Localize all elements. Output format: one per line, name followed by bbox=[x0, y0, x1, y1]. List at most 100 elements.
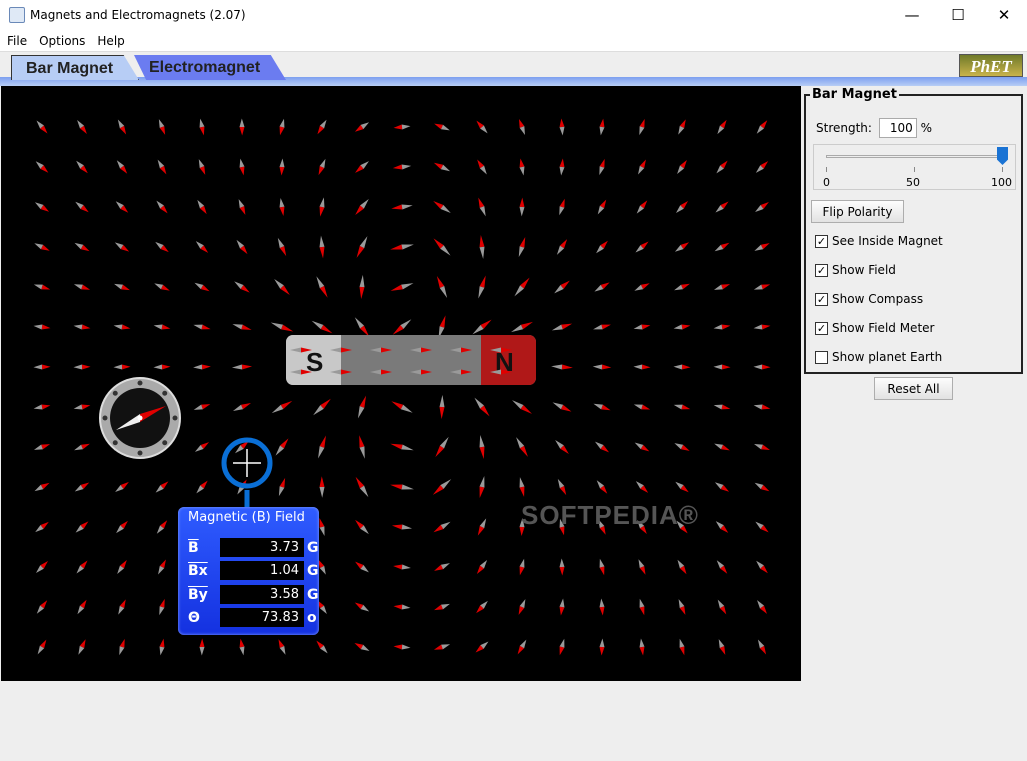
minimize-button[interactable]: — bbox=[889, 0, 935, 31]
show-compass-checkbox[interactable]: ✓ Show Compass bbox=[815, 292, 923, 306]
strength-label: Strength: bbox=[816, 121, 872, 135]
field-needle bbox=[270, 322, 294, 332]
field-needle bbox=[355, 199, 369, 215]
meter-value: 1.04 bbox=[220, 561, 304, 580]
field-needle bbox=[393, 564, 411, 570]
strength-input[interactable] bbox=[878, 118, 917, 138]
slider-thumb[interactable] bbox=[997, 147, 1008, 165]
see-inside-magnet-checkbox[interactable]: ✓ See Inside Magnet bbox=[815, 234, 943, 248]
tab-electromagnet[interactable]: Electromagnet bbox=[134, 55, 286, 80]
meter-label: Bx bbox=[188, 563, 208, 579]
checkbox-checked-icon[interactable]: ✓ bbox=[815, 234, 828, 248]
checkbox-checked-icon[interactable]: ✓ bbox=[815, 321, 828, 335]
simulation-canvas[interactable]: SN SOFTPEDIA® bbox=[1, 86, 801, 681]
field-needle bbox=[713, 404, 731, 410]
meter-row-by: By 3.58 G bbox=[188, 585, 319, 605]
field-needle bbox=[675, 200, 689, 214]
field-needle bbox=[275, 438, 289, 456]
field-needle bbox=[231, 364, 253, 370]
field-needle bbox=[239, 638, 245, 656]
field-needle bbox=[633, 364, 651, 370]
field-needle bbox=[392, 319, 412, 335]
field-needle bbox=[754, 443, 770, 451]
field-needle bbox=[193, 404, 211, 410]
field-needle bbox=[557, 478, 567, 496]
field-needle bbox=[279, 158, 285, 176]
meter-value: 3.58 bbox=[220, 585, 304, 604]
slider-track[interactable] bbox=[826, 155, 1002, 158]
field-needle bbox=[633, 404, 651, 410]
field-needle bbox=[36, 120, 48, 134]
field-needle bbox=[599, 558, 605, 576]
bar-magnet[interactable]: SN bbox=[286, 335, 536, 385]
field-meter-probe[interactable] bbox=[221, 437, 273, 508]
field-needle bbox=[313, 398, 331, 416]
checkbox-label: Show Compass bbox=[832, 292, 924, 306]
field-needle bbox=[753, 404, 771, 410]
field-needle bbox=[279, 198, 285, 216]
field-needle bbox=[638, 559, 646, 575]
field-needle bbox=[433, 644, 451, 650]
field-needle bbox=[155, 481, 169, 493]
field-needle bbox=[354, 642, 370, 652]
reset-all-button[interactable]: Reset All bbox=[874, 377, 953, 400]
field-needle bbox=[599, 118, 605, 136]
field-needle bbox=[559, 118, 565, 136]
show-planet-earth-checkbox[interactable]: Show planet Earth bbox=[815, 350, 942, 364]
menu-bar: File Options Help bbox=[0, 31, 1027, 52]
close-button[interactable]: ✕ bbox=[981, 0, 1027, 31]
compass[interactable] bbox=[99, 377, 181, 459]
show-field-meter-checkbox[interactable]: ✓ Show Field Meter bbox=[815, 321, 934, 335]
field-needle bbox=[34, 202, 50, 212]
field-needle bbox=[559, 598, 565, 616]
maximize-button[interactable]: ☐ bbox=[935, 0, 981, 31]
field-needle bbox=[639, 638, 645, 656]
field-needle bbox=[559, 638, 565, 656]
field-needle bbox=[239, 158, 245, 176]
field-needle bbox=[75, 521, 89, 533]
menu-file[interactable]: File bbox=[0, 31, 32, 48]
field-needle bbox=[514, 277, 530, 297]
field-needle bbox=[355, 519, 369, 535]
field-needle bbox=[435, 436, 449, 458]
field-needle bbox=[156, 520, 168, 534]
field-needle bbox=[77, 599, 87, 615]
menu-options[interactable]: Options bbox=[32, 31, 90, 48]
field-needle bbox=[519, 477, 525, 497]
menu-help[interactable]: Help bbox=[90, 31, 129, 48]
field-meter-panel[interactable]: Magnetic (B) Field B 3.73 G Bx 1.04 G By 3.58… bbox=[178, 507, 319, 635]
tab-bar-magnet[interactable]: Bar Magnet bbox=[11, 55, 139, 80]
strength-unit: % bbox=[920, 121, 933, 135]
field-needle bbox=[592, 364, 612, 370]
strength-slider[interactable]: 0 50 100 bbox=[813, 144, 1016, 190]
phet-logo: PhET bbox=[959, 54, 1023, 77]
show-field-checkbox[interactable]: ✓ Show Field bbox=[815, 263, 896, 277]
field-needle bbox=[113, 324, 131, 330]
field-needle bbox=[199, 118, 205, 136]
field-needle bbox=[159, 638, 165, 656]
field-needle bbox=[199, 638, 205, 656]
checkbox-unchecked-icon[interactable] bbox=[815, 350, 828, 364]
field-needle bbox=[232, 403, 252, 411]
field-needle bbox=[715, 201, 729, 213]
field-needle bbox=[391, 204, 413, 210]
tick-label: 100 bbox=[991, 176, 1012, 189]
field-needle bbox=[677, 559, 687, 575]
field-needle bbox=[753, 324, 771, 330]
field-needle bbox=[433, 200, 451, 214]
checkbox-checked-icon[interactable]: ✓ bbox=[815, 292, 828, 306]
field-needle bbox=[512, 400, 532, 414]
field-needle bbox=[554, 280, 570, 294]
field-needle bbox=[78, 639, 86, 655]
field-needle bbox=[434, 603, 450, 611]
field-needle bbox=[393, 124, 411, 130]
field-needle bbox=[518, 599, 526, 615]
field-needle bbox=[675, 481, 689, 493]
flip-polarity-button[interactable]: Flip Polarity bbox=[811, 200, 904, 223]
field-needle bbox=[117, 119, 127, 135]
field-needle bbox=[390, 484, 414, 490]
checkbox-checked-icon[interactable]: ✓ bbox=[815, 263, 828, 277]
field-needle bbox=[714, 443, 730, 451]
watermark: SOFTPEDIA® bbox=[521, 500, 699, 530]
field-needle bbox=[478, 197, 486, 217]
